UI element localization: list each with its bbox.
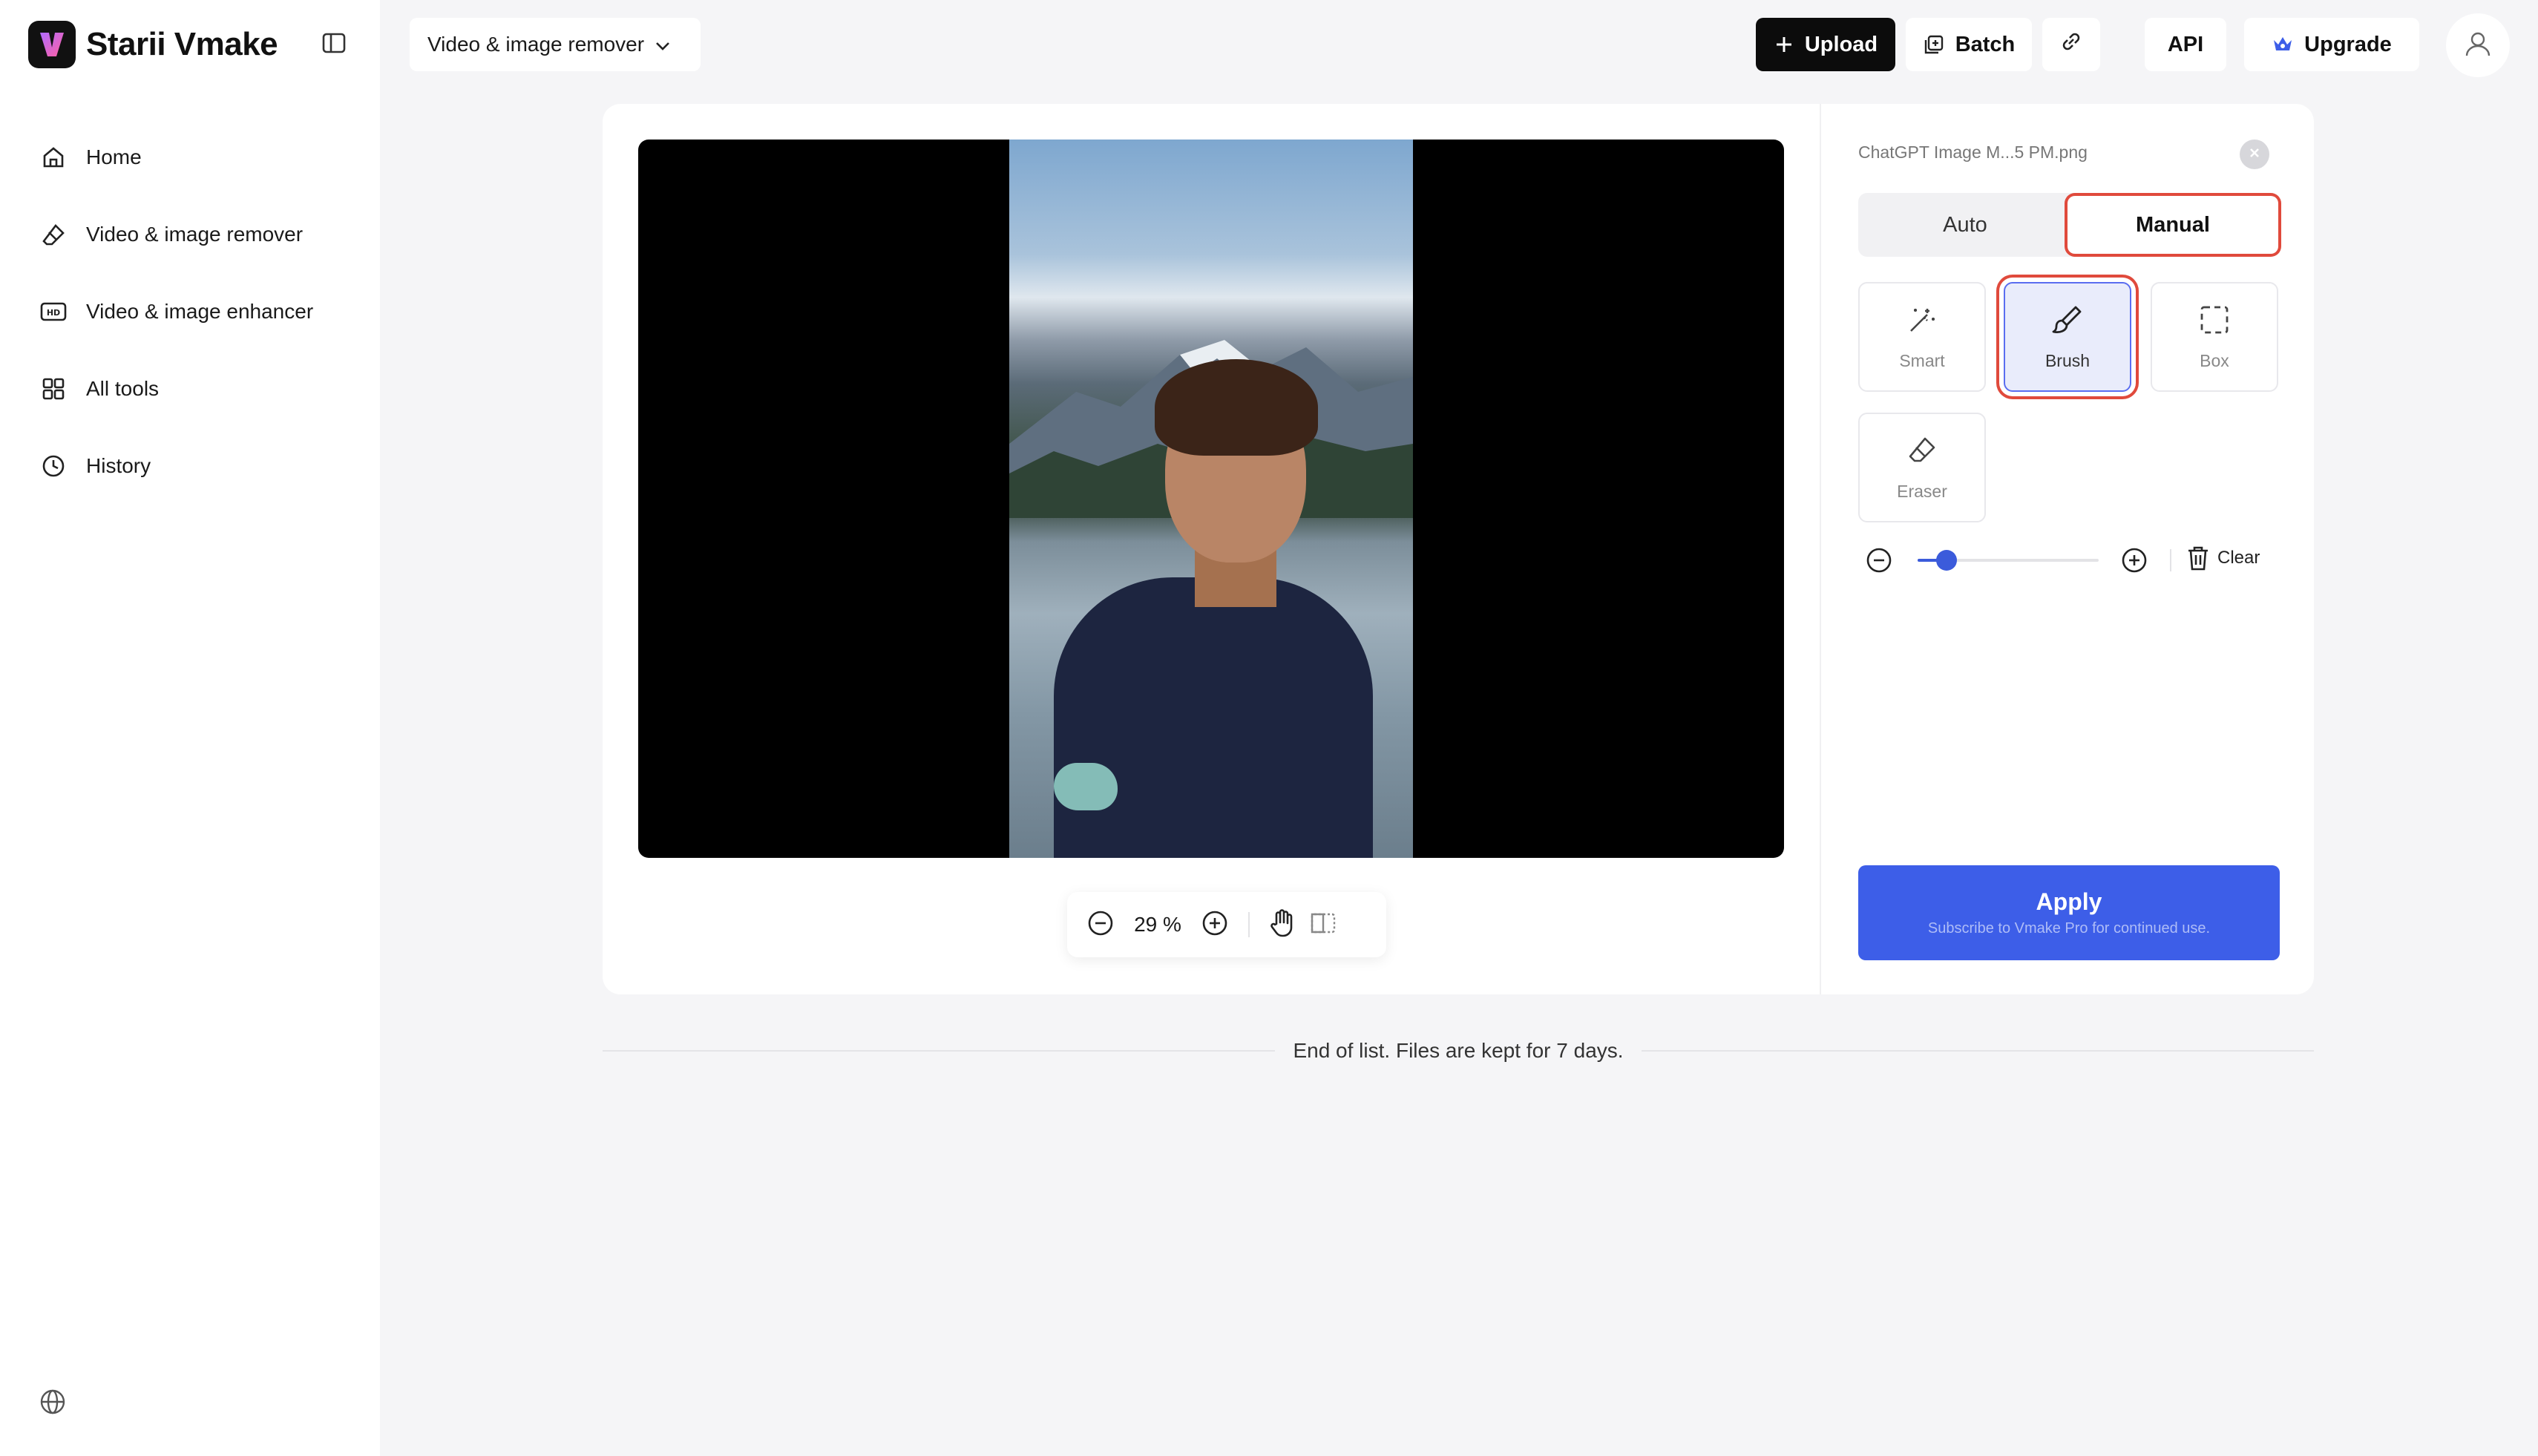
apply-subtitle: Subscribe to Vmake Pro for continued use…	[1927, 920, 2211, 937]
language-button[interactable]	[39, 1388, 68, 1417]
sidebar-item-label: Home	[86, 145, 142, 168]
editor-card: 29 % ChatGPT Image M...5 PM.png Auto Man…	[603, 104, 2314, 994]
divider-line	[603, 1050, 1276, 1052]
user-icon	[2463, 29, 2493, 62]
tool-select-value: Video & image remover	[427, 33, 645, 56]
box-select-icon	[2197, 303, 2232, 341]
sidebar-item-video-image-remover[interactable]: Video & image remover	[0, 196, 380, 273]
mode-manual-label: Manual	[2136, 212, 2210, 237]
zoom-in-button[interactable]	[1195, 905, 1235, 945]
svg-text:HD: HD	[47, 308, 60, 318]
brush-size-row: Clear	[1858, 542, 2280, 579]
trash-icon	[2186, 545, 2210, 571]
pan-button[interactable]	[1263, 905, 1303, 945]
batch-button[interactable]: Batch	[1906, 18, 2032, 71]
clock-icon	[39, 451, 68, 481]
upgrade-button[interactable]: Upgrade	[2244, 18, 2419, 71]
upload-button[interactable]: Upload	[1756, 18, 1895, 71]
list-footer: End of list. Files are kept for 7 days.	[603, 1030, 2314, 1072]
brush-mask-stroke[interactable]	[1054, 763, 1118, 810]
sidebar-toggle-button[interactable]	[319, 30, 349, 59]
file-name: ChatGPT Image M...5 PM.png	[1858, 142, 2088, 162]
upgrade-label: Upgrade	[2304, 32, 2392, 56]
eraser-tool-label: Eraser	[1897, 482, 1947, 501]
sidebar-item-label: History	[86, 454, 151, 477]
box-tool-label: Box	[2200, 351, 2229, 370]
brush-tool-label: Brush	[2044, 351, 2091, 370]
apply-button[interactable]: Apply Subscribe to Vmake Pro for continu…	[1858, 865, 2280, 960]
sidebar-item-home[interactable]: Home	[0, 119, 380, 196]
box-tool-button[interactable]: Box	[2151, 282, 2278, 392]
sidebar: Starii Vmake Home Video & image remover …	[0, 0, 380, 1456]
smart-tool-label: Smart	[1899, 351, 1945, 370]
link-button[interactable]	[2042, 18, 2100, 71]
home-icon	[39, 142, 68, 172]
app-logo[interactable]: Starii Vmake	[28, 21, 278, 68]
hand-icon	[1268, 908, 1298, 942]
person-hair	[1155, 359, 1318, 456]
slider-divider	[2170, 549, 2171, 571]
list-end-message: End of list. Files are kept for 7 days.	[1293, 1039, 1624, 1062]
zoom-level: 29 %	[1134, 913, 1181, 936]
person-shirt	[1054, 577, 1373, 858]
settings-panel: ChatGPT Image M...5 PM.png Auto Manual S…	[1820, 104, 2314, 994]
apply-label: Apply	[2036, 888, 2102, 915]
sidebar-item-label: Video & image enhancer	[86, 300, 314, 323]
image-canvas[interactable]	[638, 140, 1784, 858]
upload-label: Upload	[1804, 32, 1878, 56]
chevron-down-icon	[655, 33, 671, 56]
vmake-logo-icon	[28, 21, 76, 68]
mode-auto-tab[interactable]: Auto	[1861, 196, 2069, 254]
hd-icon: HD	[39, 297, 68, 327]
sidebar-nav: Home Video & image remover HD Video & im…	[0, 119, 380, 505]
minus-circle-icon	[1864, 548, 1894, 578]
sidebar-item-label: All tools	[86, 377, 160, 400]
divider-line	[1641, 1050, 2314, 1052]
magic-wand-icon	[1905, 303, 1939, 341]
eraser-tool-button[interactable]: Eraser	[1858, 413, 1986, 522]
api-label: API	[2167, 32, 2204, 56]
brush-size-decrease-button[interactable]	[1864, 545, 1894, 575]
sidebar-item-history[interactable]: History	[0, 427, 380, 505]
batch-icon	[1923, 33, 1945, 56]
sidebar-item-all-tools[interactable]: All tools	[0, 350, 380, 427]
toolbar-divider	[1248, 912, 1250, 937]
mode-toggle: Auto Manual	[1858, 193, 2280, 257]
clear-button[interactable]: Clear	[2186, 545, 2260, 571]
sidebar-item-label: Video & image remover	[86, 223, 304, 246]
user-avatar[interactable]	[2446, 13, 2510, 77]
brush-icon	[2050, 303, 2085, 341]
brush-size-slider-handle[interactable]	[1936, 550, 1958, 571]
clear-label: Clear	[2217, 548, 2260, 568]
close-file-button[interactable]	[2240, 140, 2269, 169]
compare-icon	[1308, 908, 1338, 942]
mode-manual-tab[interactable]: Manual	[2068, 196, 2278, 254]
compare-button[interactable]	[1303, 905, 1343, 945]
sidebar-item-video-image-enhancer[interactable]: HD Video & image enhancer	[0, 273, 380, 350]
brush-tool-button[interactable]: Brush	[2004, 282, 2131, 392]
plus-circle-icon	[2119, 548, 2149, 578]
api-button[interactable]: API	[2145, 18, 2226, 71]
minus-circle-icon	[1086, 908, 1115, 942]
crown-icon	[2272, 34, 2294, 55]
eraser-icon	[39, 220, 68, 249]
plus-icon	[1774, 34, 1794, 55]
sidebar-panel-icon	[321, 30, 347, 59]
zoom-toolbar: 29 %	[1067, 892, 1386, 957]
smart-tool-button[interactable]: Smart	[1858, 282, 1986, 392]
brush-size-increase-button[interactable]	[2119, 545, 2149, 575]
zoom-out-button[interactable]	[1081, 905, 1121, 945]
plus-circle-icon	[1200, 908, 1230, 942]
source-image	[1009, 140, 1413, 858]
close-icon	[2248, 146, 2261, 163]
batch-label: Batch	[1955, 32, 2016, 56]
eraser-icon	[1905, 433, 1939, 471]
link-icon	[2059, 30, 2083, 59]
grid-icon	[39, 374, 68, 404]
globe-icon	[39, 1389, 67, 1419]
app-name: Starii Vmake	[86, 26, 278, 62]
tool-select-dropdown[interactable]: Video & image remover	[410, 18, 701, 71]
mode-auto-label: Auto	[1943, 212, 1987, 237]
